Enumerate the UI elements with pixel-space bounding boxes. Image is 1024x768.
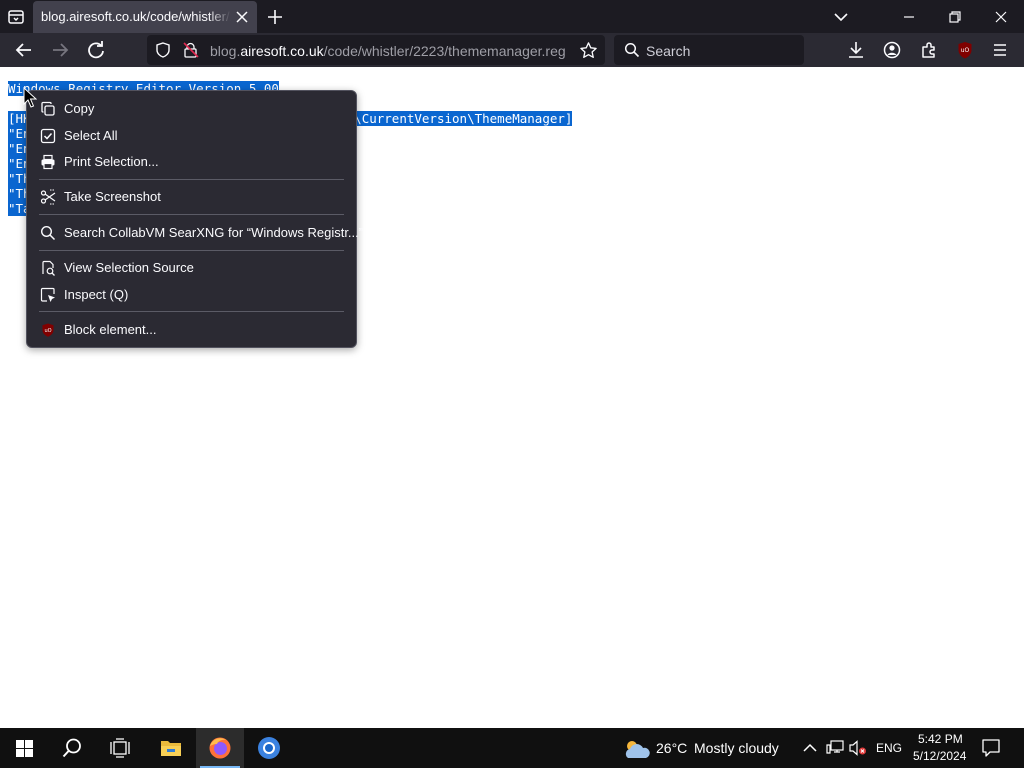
menu-item-select-all[interactable]: Select All [33, 124, 350, 148]
start-button[interactable] [0, 728, 48, 768]
menu-separator [39, 250, 344, 251]
extensions-icon[interactable] [917, 38, 941, 62]
url-path: /code/whistler/2223/thememanager.reg [323, 43, 566, 59]
restore-icon[interactable] [944, 6, 966, 28]
menu-item-view-selection-source[interactable]: View Selection Source [33, 256, 350, 280]
forward-icon[interactable] [48, 38, 72, 62]
printer-icon [41, 154, 55, 170]
menu-item-label: View Selection Source [64, 260, 194, 275]
menu-item-label: Print Selection... [64, 154, 159, 169]
list-all-tabs-icon[interactable] [6, 7, 26, 27]
mouse-cursor-icon [23, 87, 37, 108]
menu-item-label: Inspect (Q) [64, 287, 129, 302]
inspect-icon [40, 287, 55, 302]
volume-muted-icon[interactable] [849, 740, 867, 756]
search-icon [624, 42, 640, 58]
chevron-down-icon[interactable] [830, 6, 852, 28]
url-bar[interactable]: blog.airesoft.co.uk/code/whistler/2223/t… [147, 35, 605, 65]
menu-item-label: Select All [64, 128, 118, 143]
show-hidden-icons-chevron-up-icon[interactable] [802, 741, 818, 755]
search-icon [62, 738, 81, 758]
close-window-icon[interactable] [990, 6, 1012, 28]
weather-cloudy-icon[interactable] [622, 738, 652, 760]
clock-date[interactable]: 5/12/2024 [913, 749, 966, 763]
tab-bar: blog.airesoft.co.uk/code/whistler/2223/t… [0, 0, 1024, 33]
tab-title: blog.airesoft.co.uk/code/whistler/2223/t… [41, 9, 231, 24]
menu-item-label: Take Screenshot [64, 189, 161, 204]
tab-active[interactable]: blog.airesoft.co.uk/code/whistler/2223/t… [33, 1, 257, 33]
taskbar-chromium[interactable] [245, 728, 293, 768]
menu-item-block-element[interactable]: uO Block element... [33, 318, 350, 342]
firefox-icon [209, 737, 231, 759]
svg-text:uO: uO [44, 328, 51, 334]
url-prefix: blog. [210, 43, 241, 59]
network-icon[interactable] [826, 740, 844, 756]
weather-description[interactable]: Mostly cloudy [694, 740, 779, 756]
menu-separator [39, 214, 344, 215]
taskbar-file-explorer[interactable] [147, 728, 195, 768]
ublock-icon[interactable]: uO [953, 38, 977, 62]
select-all-icon [40, 128, 56, 144]
action-center-notifications-icon[interactable] [982, 739, 1000, 757]
input-language-indicator[interactable]: ENG [876, 741, 902, 755]
task-view-button[interactable] [96, 728, 144, 768]
navigation-toolbar: blog.airesoft.co.uk/code/whistler/2223/t… [0, 33, 1024, 67]
close-tab-icon[interactable] [233, 8, 251, 26]
clock-time[interactable]: 5:42 PM [918, 732, 963, 746]
url-host: airesoft.co.uk [240, 43, 324, 59]
menu-separator [39, 311, 344, 312]
downloads-icon[interactable] [844, 38, 868, 62]
search-icon [40, 225, 56, 241]
menu-item-label: Block element... [64, 322, 157, 337]
windows-logo-icon [16, 740, 33, 757]
ublock-icon: uO [42, 323, 54, 337]
menu-item-label: Copy [64, 101, 95, 116]
url-text[interactable]: blog.airesoft.co.uk/code/whistler/2223/t… [210, 43, 566, 59]
weather-temperature[interactable]: 26°C [656, 740, 687, 756]
task-view-icon [110, 738, 130, 758]
menu-item-label: Search CollabVM SearXNG for “Windows Reg… [64, 225, 364, 240]
minimize-icon[interactable] [898, 6, 920, 28]
copy-icon [41, 101, 55, 116]
screenshot-icon [40, 189, 56, 205]
menu-separator [39, 179, 344, 180]
tracking-protection-shield-icon[interactable] [155, 42, 171, 58]
back-icon[interactable] [12, 38, 36, 62]
view-source-icon [42, 260, 55, 276]
menu-item-search-selection[interactable]: Search CollabVM SearXNG for “Windows Reg… [33, 221, 363, 245]
taskbar-firefox[interactable] [196, 728, 244, 768]
context-menu: Copy Select All Print Selection... Take … [26, 90, 363, 348]
new-tab-icon[interactable] [264, 6, 286, 28]
taskbar-search-button[interactable] [48, 728, 96, 768]
menu-item-inspect[interactable]: Inspect (Q) [33, 283, 350, 307]
folder-icon [161, 741, 181, 756]
reload-icon[interactable] [84, 38, 108, 62]
chromium-icon [258, 737, 280, 759]
insecure-lock-icon[interactable] [182, 41, 200, 59]
search-input[interactable]: Search [646, 43, 690, 59]
taskbar: 26°C Mostly cloudy ENG 5:42 PM 5/12/2024 [0, 728, 1024, 768]
account-icon[interactable] [880, 38, 904, 62]
svg-text:uO: uO [961, 47, 970, 54]
search-bar[interactable]: Search [614, 35, 804, 65]
bookmark-star-icon[interactable] [579, 41, 598, 60]
menu-item-take-screenshot[interactable]: Take Screenshot [33, 185, 350, 209]
hamburger-menu-icon[interactable] [988, 38, 1012, 62]
menu-item-print-selection[interactable]: Print Selection... [33, 150, 350, 174]
menu-item-copy[interactable]: Copy [33, 97, 350, 121]
